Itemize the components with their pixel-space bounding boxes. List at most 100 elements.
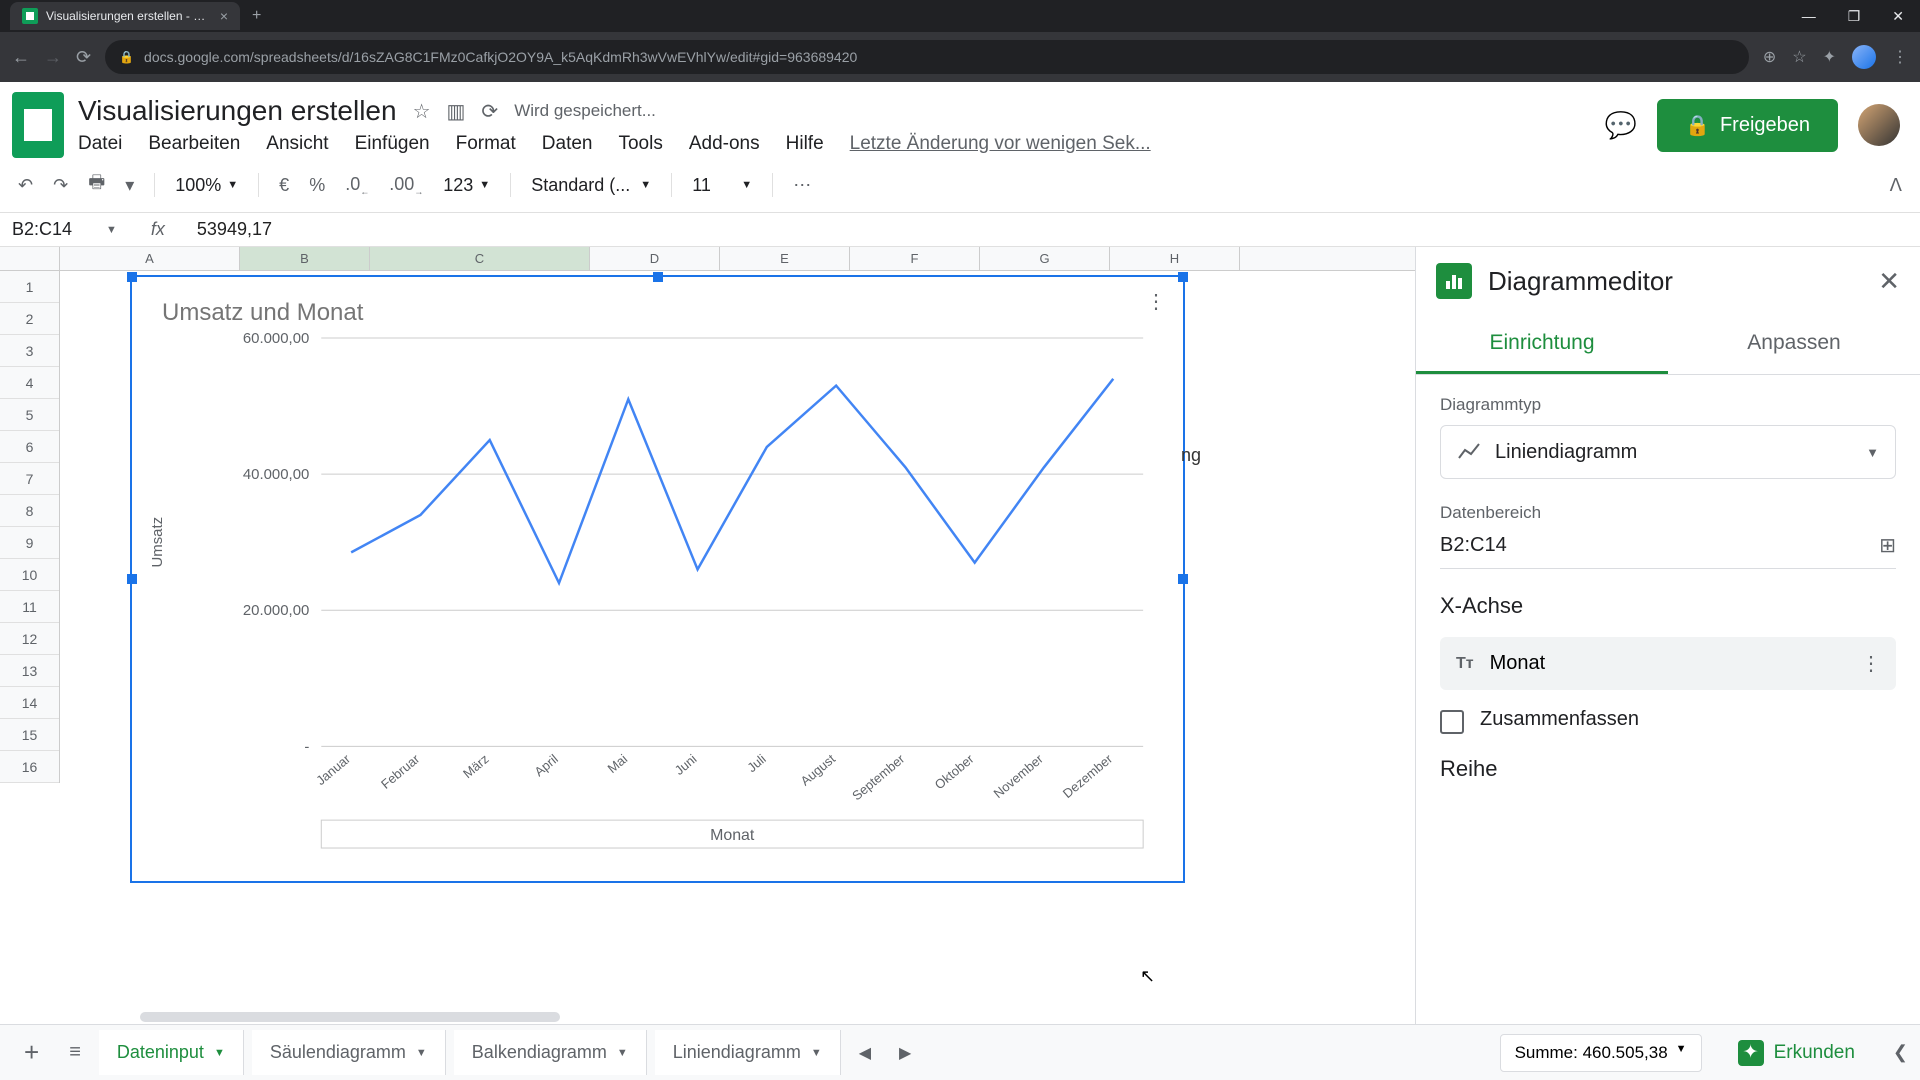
- select-range-icon[interactable]: ⊞: [1879, 533, 1896, 558]
- xaxis-menu-icon[interactable]: ⋮: [1861, 651, 1880, 676]
- row-header[interactable]: 3: [0, 335, 59, 367]
- row-header[interactable]: 13: [0, 655, 59, 687]
- data-range-input[interactable]: B2:C14: [1440, 534, 1867, 557]
- row-header[interactable]: 16: [0, 751, 59, 783]
- row-header[interactable]: 14: [0, 687, 59, 719]
- horizontal-scrollbar[interactable]: [140, 1012, 560, 1022]
- formula-bar: B2:C14 ▼ fx 53949,17: [0, 213, 1920, 247]
- maximize-button[interactable]: ❐: [1840, 4, 1869, 29]
- col-header[interactable]: F: [850, 247, 980, 270]
- profile-avatar-icon[interactable]: [1852, 45, 1876, 69]
- row-header[interactable]: 4: [0, 367, 59, 399]
- aggregate-checkbox[interactable]: [1440, 710, 1464, 734]
- row-header[interactable]: 12: [0, 623, 59, 655]
- add-sheet-button[interactable]: +: [12, 1037, 51, 1068]
- address-bar[interactable]: 🔒 docs.google.com/spreadsheets/d/16sZAG8…: [105, 40, 1749, 74]
- row-header[interactable]: 10: [0, 559, 59, 591]
- browser-tab[interactable]: Visualisierungen erstellen - Goo... ×: [10, 2, 240, 30]
- reload-button[interactable]: ⟳: [76, 47, 91, 68]
- move-icon[interactable]: ▥: [447, 99, 466, 124]
- row-header[interactable]: 7: [0, 463, 59, 495]
- col-header[interactable]: A: [60, 247, 240, 270]
- sum-display[interactable]: Summe: 460.505,38▼: [1500, 1034, 1702, 1072]
- row-header[interactable]: 8: [0, 495, 59, 527]
- currency-button[interactable]: €: [279, 175, 289, 196]
- menu-addons[interactable]: Add-ons: [689, 133, 760, 155]
- row-header[interactable]: 9: [0, 527, 59, 559]
- chart-menu-icon[interactable]: ⋮: [1146, 289, 1165, 314]
- col-header[interactable]: G: [980, 247, 1110, 270]
- tab-customize[interactable]: Anpassen: [1668, 315, 1920, 374]
- decrease-decimal-button[interactable]: .0←: [345, 174, 369, 197]
- menu-view[interactable]: Ansicht: [266, 133, 328, 155]
- account-avatar[interactable]: [1858, 104, 1900, 146]
- svg-text:Monat: Monat: [710, 827, 755, 844]
- chart-object[interactable]: ⋮ Umsatz und Monat 60.000,0040.000,0020.…: [130, 275, 1185, 883]
- star-icon[interactable]: ☆: [413, 99, 431, 124]
- comments-icon[interactable]: 💬: [1605, 110, 1637, 141]
- row-header[interactable]: 1: [0, 271, 59, 303]
- percent-button[interactable]: %: [309, 175, 325, 196]
- forward-button[interactable]: →: [44, 47, 62, 68]
- zoom-dropdown[interactable]: 100% ▼: [175, 175, 238, 196]
- chart-type-select[interactable]: Liniendiagramm ▼: [1440, 425, 1896, 479]
- row-header[interactable]: 11: [0, 591, 59, 623]
- font-dropdown[interactable]: Standard (... ▼: [531, 175, 651, 196]
- row-header[interactable]: 15: [0, 719, 59, 751]
- all-sheets-button[interactable]: ≡: [59, 1041, 91, 1064]
- formula-value[interactable]: 53949,17: [197, 219, 272, 240]
- back-button[interactable]: ←: [12, 47, 30, 68]
- print-button[interactable]: 🖶: [88, 170, 105, 200]
- menu-help[interactable]: Hilfe: [786, 133, 824, 155]
- menu-tools[interactable]: Tools: [618, 133, 662, 155]
- sheet-tab-saeulendiagramm[interactable]: Säulendiagramm▼: [252, 1030, 446, 1075]
- menu-data[interactable]: Daten: [542, 133, 593, 155]
- share-button[interactable]: 🔒 Freigeben: [1657, 99, 1838, 152]
- minimize-button[interactable]: —: [1794, 4, 1824, 29]
- browser-menu-icon[interactable]: ⋮: [1892, 47, 1908, 67]
- collapse-toolbar-button[interactable]: ᐱ: [1890, 175, 1902, 196]
- close-tab-icon[interactable]: ×: [220, 8, 228, 24]
- menu-edit[interactable]: Bearbeiten: [148, 133, 240, 155]
- fontsize-dropdown[interactable]: 11 ▼: [692, 175, 752, 196]
- collapse-side-button[interactable]: ❮: [1893, 1042, 1908, 1063]
- doc-title[interactable]: Visualisierungen erstellen: [78, 95, 397, 127]
- col-header[interactable]: E: [720, 247, 850, 270]
- menu-format[interactable]: Format: [456, 133, 516, 155]
- paint-format-button[interactable]: ▾: [125, 175, 134, 196]
- sheets-logo-icon[interactable]: [12, 92, 64, 158]
- row-header[interactable]: 2: [0, 303, 59, 335]
- tab-setup[interactable]: Einrichtung: [1416, 315, 1668, 374]
- bookmark-icon[interactable]: ☆: [1792, 47, 1806, 67]
- close-window-button[interactable]: ✕: [1884, 4, 1912, 29]
- xaxis-field-select[interactable]: Tт Monat ⋮: [1440, 637, 1896, 690]
- row-header[interactable]: 6: [0, 431, 59, 463]
- increase-decimal-button[interactable]: .00→: [389, 174, 423, 197]
- sheet-tab-balkendiagramm[interactable]: Balkendiagramm▼: [454, 1030, 647, 1075]
- row-header[interactable]: 5: [0, 399, 59, 431]
- undo-button[interactable]: ↶: [18, 175, 33, 196]
- redo-button[interactable]: ↷: [53, 175, 68, 196]
- select-all-corner[interactable]: [0, 247, 60, 270]
- col-header[interactable]: D: [590, 247, 720, 270]
- sheet-tab-liniendiagramm[interactable]: Liniendiagramm▼: [655, 1030, 841, 1075]
- name-box-dropdown-icon[interactable]: ▼: [106, 224, 117, 236]
- extension-icon[interactable]: ✦: [1823, 47, 1836, 67]
- new-tab-button[interactable]: +: [252, 7, 261, 25]
- number-format-dropdown[interactable]: 123 ▼: [443, 175, 490, 196]
- col-header[interactable]: C: [370, 247, 590, 270]
- close-editor-button[interactable]: ✕: [1878, 266, 1900, 297]
- menu-insert[interactable]: Einfügen: [355, 133, 430, 155]
- cell-reference[interactable]: B2:C14: [12, 219, 92, 240]
- spreadsheet-area[interactable]: A B C D E F G H 12345678910111213141516 …: [0, 247, 1415, 1024]
- col-header[interactable]: B: [240, 247, 370, 270]
- sheet-nav-left[interactable]: ◀: [849, 1043, 881, 1063]
- col-header[interactable]: H: [1110, 247, 1240, 270]
- last-edit-link[interactable]: Letzte Änderung vor wenigen Sek...: [850, 133, 1151, 155]
- sheet-tab-dateninput[interactable]: Dateninput▼: [99, 1030, 244, 1075]
- zoom-icon[interactable]: ⊕: [1763, 47, 1776, 67]
- menu-file[interactable]: Datei: [78, 133, 122, 155]
- more-toolbar-button[interactable]: ⋯: [793, 175, 811, 196]
- explore-button[interactable]: ✦ Erkunden: [1722, 1032, 1871, 1074]
- sheet-nav-right[interactable]: ▶: [889, 1043, 921, 1063]
